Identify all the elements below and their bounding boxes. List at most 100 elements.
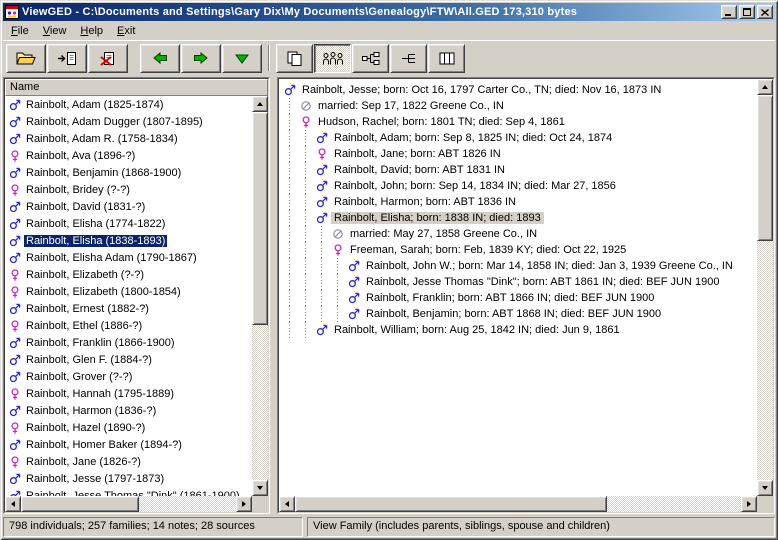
tree-item[interactable]: Rainbolt, John W.; born: Mar 14, 1858 IN… — [283, 258, 757, 274]
view-pedigree-button[interactable] — [352, 44, 389, 73]
scroll-track[interactable] — [252, 112, 268, 480]
female-icon — [315, 148, 328, 161]
tree-connector — [331, 290, 347, 306]
view-descendants-button[interactable] — [390, 44, 427, 73]
delete-button[interactable] — [88, 44, 128, 73]
male-icon — [8, 302, 21, 315]
scroll-left-button[interactable] — [279, 496, 295, 512]
scroll-right-button[interactable] — [741, 496, 757, 512]
back-button[interactable] — [140, 44, 180, 73]
list-item[interactable]: Rainbolt, Elisha (1774-1822) — [5, 215, 252, 232]
scroll-track[interactable] — [295, 496, 741, 512]
scroll-track[interactable] — [757, 95, 773, 480]
right-arrow-icon — [242, 501, 246, 507]
list-item[interactable]: Rainbolt, Hannah (1795-1889) — [5, 385, 252, 402]
scroll-thumb[interactable] — [295, 496, 607, 512]
maximize-button[interactable] — [739, 5, 755, 19]
forward-button[interactable] — [181, 44, 221, 73]
tree-item-label: Rainbolt, Jesse Thomas "Dink"; born: ABT… — [363, 276, 722, 288]
tree-item[interactable]: Rainbolt, Franklin; born: ABT 1866 IN; d… — [283, 290, 757, 306]
list-item[interactable]: Rainbolt, Harmon (1836-?) — [5, 402, 252, 419]
list-item[interactable]: Rainbolt, Adam Dugger (1807-1895) — [5, 113, 252, 130]
list-item[interactable]: Rainbolt, Ava (1896-?) — [5, 147, 252, 164]
list-item[interactable]: Rainbolt, Ernest (1882-?) — [5, 300, 252, 317]
scroll-up-button[interactable] — [757, 79, 773, 95]
tree-connector — [299, 242, 315, 258]
list-item[interactable]: Rainbolt, Ethel (1886-?) — [5, 317, 252, 334]
list-item[interactable]: Rainbolt, Jesse Thomas "Dink" (1861-1900… — [5, 487, 252, 496]
open-button[interactable] — [6, 44, 46, 73]
list-item[interactable]: Rainbolt, Elizabeth (1800-1854) — [5, 283, 252, 300]
view-family-button[interactable] — [314, 44, 351, 73]
scroll-thumb[interactable] — [757, 95, 773, 241]
list-item-label: Rainbolt, Jesse (1797-1873) — [24, 473, 166, 485]
list-item[interactable]: Rainbolt, Jesse (1797-1873) — [5, 470, 252, 487]
list-item[interactable]: Rainbolt, Franklin (1866-1900) — [5, 334, 252, 351]
list-item[interactable]: Rainbolt, Hazel (1890-?) — [5, 419, 252, 436]
scroll-track[interactable] — [21, 496, 236, 512]
tree-item[interactable]: Freeman, Sarah; born: Feb, 1839 KY; died… — [283, 242, 757, 258]
view-list-button[interactable] — [428, 44, 465, 73]
family-tree: Rainbolt, Jesse; born: Oct 16, 1797 Cart… — [279, 79, 757, 496]
list-item[interactable]: Rainbolt, Glen F. (1884-?) — [5, 351, 252, 368]
list-item[interactable]: Rainbolt, Homer Baker (1894-?) — [5, 436, 252, 453]
menu-exit[interactable]: Exit — [110, 23, 142, 39]
list-vertical-scrollbar[interactable] — [252, 96, 268, 496]
list-item[interactable]: Rainbolt, Grover (?-?) — [5, 368, 252, 385]
tree-item[interactable]: married: May 27, 1858 Greene Co., IN — [283, 226, 757, 242]
list-item-label: Rainbolt, Franklin (1866-1900) — [24, 337, 177, 349]
export-button[interactable] — [47, 44, 87, 73]
list-item-label: Rainbolt, Adam (1825-1874) — [24, 99, 166, 111]
tree-item[interactable]: Rainbolt, Jesse; born: Oct 16, 1797 Cart… — [283, 82, 757, 98]
minimize-button[interactable] — [721, 5, 737, 19]
list-item[interactable]: Rainbolt, Adam R. (1758-1834) — [5, 130, 252, 147]
tree-vertical-scrollbar[interactable] — [757, 79, 773, 496]
status-view-mode: View Family (includes parents, siblings,… — [307, 517, 775, 537]
male-icon — [8, 217, 21, 230]
tree-item[interactable]: Rainbolt, Elisha; born: 1838 IN; died: 1… — [283, 210, 757, 226]
scroll-right-button[interactable] — [236, 496, 252, 512]
list-item[interactable]: Rainbolt, Elizabeth (?-?) — [5, 266, 252, 283]
tree-item[interactable]: Hudson, Rachel; born: 1801 TN; died: Sep… — [283, 114, 757, 130]
list-item[interactable]: Rainbolt, Bridey (?-?) — [5, 181, 252, 198]
tree-item[interactable]: Rainbolt, Adam; born: Sep 8, 1825 IN; di… — [283, 130, 757, 146]
list-item[interactable]: Rainbolt, Adam (1825-1874) — [5, 96, 252, 113]
scroll-thumb[interactable] — [252, 112, 268, 325]
people-icon — [322, 51, 344, 66]
menu-help[interactable]: Help — [73, 23, 110, 39]
tree-horizontal-scrollbar[interactable] — [279, 496, 757, 512]
close-button[interactable] — [757, 5, 773, 19]
tree-item[interactable]: Rainbolt, Harmon; born: ABT 1836 IN — [283, 194, 757, 210]
tree-connector — [315, 242, 331, 258]
tree-item[interactable]: Rainbolt, Benjamin; born: ABT 1868 IN; d… — [283, 306, 757, 322]
tree-connector — [315, 258, 331, 274]
titlebar: ViewGED - C:\Documents and Settings\Gary… — [3, 3, 775, 21]
scroll-up-button[interactable] — [252, 96, 268, 112]
scroll-left-button[interactable] — [5, 496, 21, 512]
list-horizontal-scrollbar[interactable] — [5, 496, 252, 512]
list-item[interactable]: Rainbolt, Benjamin (1868-1900) — [5, 164, 252, 181]
menu-file[interactable]: File — [4, 23, 36, 39]
name-column-header[interactable]: Name — [5, 79, 268, 96]
view-individual-button[interactable] — [276, 44, 313, 73]
tree-item[interactable]: Rainbolt, Jesse Thomas "Dink"; born: ABT… — [283, 274, 757, 290]
list-item[interactable]: Rainbolt, Jane (1826-?) — [5, 453, 252, 470]
scroll-thumb[interactable] — [21, 496, 139, 512]
down-button[interactable] — [222, 44, 262, 73]
list-item[interactable]: Rainbolt, David (1831-?) — [5, 198, 252, 215]
tree-connector — [283, 274, 299, 290]
scroll-down-button[interactable] — [757, 480, 773, 496]
tree-item[interactable]: Rainbolt, Jane; born: ABT 1826 IN — [283, 146, 757, 162]
list-item[interactable]: Rainbolt, Elisha (1838-1893) — [5, 232, 252, 249]
list-item[interactable]: Rainbolt, Elisha Adam (1790-1867) — [5, 249, 252, 266]
tree-item[interactable]: Rainbolt, William; born: Aug 25, 1842 IN… — [283, 322, 757, 338]
menu-view[interactable]: View — [36, 23, 74, 39]
female-icon — [8, 183, 21, 196]
scroll-down-button[interactable] — [252, 480, 268, 496]
close-icon — [761, 9, 769, 16]
tree-item[interactable]: Rainbolt, David; born: ABT 1831 IN — [283, 162, 757, 178]
tree-item[interactable]: married: Sep 17, 1822 Greene Co., IN — [283, 98, 757, 114]
tree-connector — [299, 226, 315, 242]
tree-item[interactable]: Rainbolt, John; born: Sep 14, 1834 IN; d… — [283, 178, 757, 194]
tree-item-label: Rainbolt, Adam; born: Sep 8, 1825 IN; di… — [331, 132, 615, 144]
